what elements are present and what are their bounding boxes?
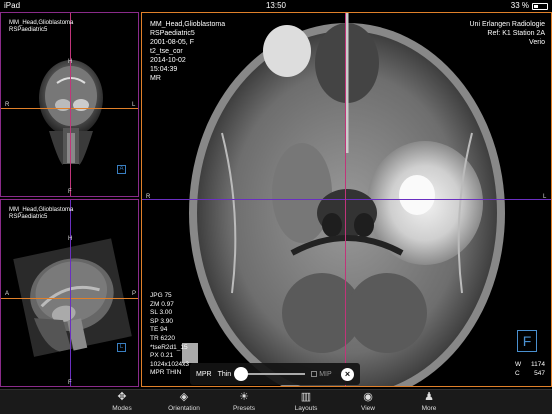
presets-icon: ☀ <box>239 391 249 403</box>
orient-top: H <box>68 236 73 242</box>
toolbar-label: Presets <box>232 405 256 412</box>
mpr-panel: MPR Thin MIP × <box>190 363 360 385</box>
viewport-label-badge: L <box>117 343 126 352</box>
crosshair-vertical[interactable] <box>345 13 346 386</box>
param-line: 1024x1024x3 <box>150 360 190 368</box>
orient-left: R <box>146 194 151 200</box>
battery-percent: 33 % <box>510 1 529 10</box>
window-width-row: W 1174 <box>515 360 545 369</box>
toolbar-label: View <box>361 405 375 412</box>
orient-right: L <box>132 102 136 108</box>
param-line: SL 3.00 <box>150 309 173 317</box>
toolbar-label: Orientation <box>168 405 200 412</box>
patient-name: MM_Head,Glioblastoma <box>9 20 74 26</box>
window-width-label: W <box>515 361 522 368</box>
toolbar-label: Modes <box>112 405 132 412</box>
toolbar-label: More <box>421 405 437 412</box>
layouts-icon: ▥ <box>300 391 312 403</box>
param-line: ZM 0.97 <box>150 300 174 308</box>
institution-name: Uni Erlangen Radiologie <box>469 21 546 28</box>
viewport-axial[interactable]: MM_Head,Glioblastoma RSPaediatric5 2001-… <box>141 12 552 387</box>
protocol-name: t2_tse_cor <box>150 48 183 55</box>
study-time: 15:04:39 <box>150 66 178 73</box>
orient-top: H <box>68 59 73 65</box>
mip-label: MIP <box>319 370 332 378</box>
status-bar: iPad 13:50 33 % <box>0 0 552 12</box>
axial-patient-info: MM_Head,Glioblastoma RSPaediatric5 2001-… <box>150 20 225 83</box>
series-name: RSPaediatric5 <box>9 27 48 33</box>
window-center-row: C 547 <box>515 369 545 378</box>
axial-institution-info: Uni Erlangen Radiologie Ref: K1 Station … <box>470 20 546 47</box>
orientation-icon: ◈ <box>179 391 189 403</box>
toolbar-layouts-button[interactable]: ▥ Layouts <box>276 390 336 413</box>
axial-acquisition-params: JPG 75 ZM 0.97 SL 3.00 SP 3.90 TE 94 TR … <box>150 292 189 378</box>
more-icon: ♟ <box>424 391 434 403</box>
toolbar-label: Layouts <box>294 405 318 412</box>
checkbox-icon <box>311 371 318 377</box>
view-icon: ◉ <box>363 391 373 403</box>
toolbar-more-button[interactable]: ♟ More <box>399 390 459 413</box>
window-level-info: W 1174 C 547 <box>515 360 545 378</box>
close-button[interactable]: × <box>341 367 354 381</box>
device-name: Verio <box>529 39 545 46</box>
orient-right: P <box>132 291 137 297</box>
battery-icon <box>532 2 548 10</box>
param-line: JPG 75 <box>150 292 172 300</box>
study-date: 2014-10-02 <box>150 57 186 64</box>
orient-bottom: F <box>68 380 72 386</box>
viewport-label-badge: A <box>117 165 126 174</box>
patient-name: MM_Head,Glioblastoma <box>150 21 226 28</box>
viewport-label-badge: F <box>517 330 537 352</box>
series-name: RSPaediatric5 <box>9 214 48 220</box>
modes-icon: ✥ <box>117 391 127 403</box>
orient-right: L <box>543 194 547 200</box>
param-line: SP 3.90 <box>150 317 174 325</box>
mip-checkbox[interactable]: MIP <box>311 370 332 378</box>
param-line: TR 6220 <box>150 335 175 343</box>
window-center-value: 547 <box>534 370 545 377</box>
crosshair-vertical[interactable] <box>70 13 71 196</box>
bottom-toolbar: ✥ Modes ◈ Orientation ☀ Presets ▥ Layout… <box>0 389 552 414</box>
slider-thumb[interactable] <box>234 367 249 381</box>
referring-station: Ref: K1 Station 2A <box>487 30 545 37</box>
modality: MR <box>150 75 161 82</box>
param-line: PX 0.21 <box>150 352 174 360</box>
sagittal-info: MM_Head,Glioblastoma RSPaediatric5 <box>9 207 73 221</box>
battery-indicator: 33 % <box>511 0 548 12</box>
coronal-info: MM_Head,Glioblastoma RSPaediatric5 <box>9 20 73 34</box>
viewport-sagittal[interactable]: MM_Head,Glioblastoma RSPaediatric5 H A P… <box>0 199 139 387</box>
series-name: RSPaediatric5 <box>150 30 195 37</box>
toolbar-view-button[interactable]: ◉ View <box>338 390 398 413</box>
patient-name: MM_Head,Glioblastoma <box>9 207 74 213</box>
crosshair-vertical[interactable] <box>70 200 71 386</box>
thickness-label: Thin <box>217 370 232 378</box>
window-width-value: 1174 <box>531 361 545 368</box>
toolbar-orientation-button[interactable]: ◈ Orientation <box>154 390 214 413</box>
orient-left: A <box>5 291 10 297</box>
orient-bottom: F <box>68 189 72 195</box>
mpr-mode-label: MPR <box>196 370 212 378</box>
thickness-slider[interactable] <box>234 367 306 381</box>
status-time: 13:50 <box>265 1 287 10</box>
toolbar-modes-button[interactable]: ✥ Modes <box>92 390 152 413</box>
toolbar-presets-button[interactable]: ☀ Presets <box>214 390 274 413</box>
param-line: TE 94 <box>150 326 168 334</box>
param-line: *tseR2d1_15 <box>150 343 188 351</box>
viewport-coronal[interactable]: MM_Head,Glioblastoma RSPaediatric5 H R L… <box>0 12 139 197</box>
crosshair-horizontal[interactable] <box>142 199 551 200</box>
birth-info: 2001-08-05, F <box>150 39 194 46</box>
window-center-label: C <box>515 370 520 377</box>
param-line: MPR THIN <box>150 369 182 377</box>
orient-left: R <box>5 102 10 108</box>
